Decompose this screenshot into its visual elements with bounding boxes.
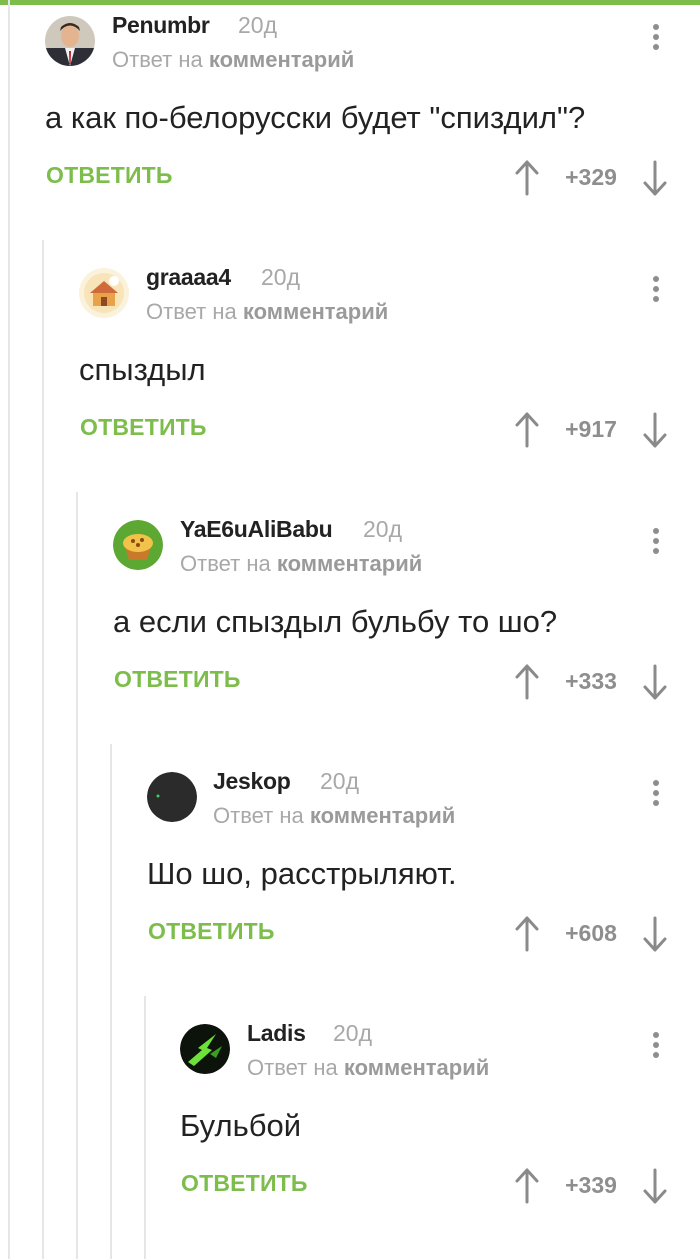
comment: graaaa4 20д Ответ на комментарий спыздыл… <box>0 252 700 504</box>
downvote-arrow-icon[interactable] <box>641 664 669 700</box>
reply-to-prefix: Ответ на <box>146 299 237 324</box>
comment-author[interactable]: Ladis <box>247 1020 306 1047</box>
reply-to-link[interactable]: комментарий <box>277 551 422 576</box>
more-menu-icon[interactable] <box>650 24 662 58</box>
muffin-avatar[interactable] <box>113 520 163 570</box>
upvote-arrow-icon[interactable] <box>513 916 541 952</box>
reply-to-prefix: Ответ на <box>247 1055 338 1080</box>
upvote-arrow-icon[interactable] <box>513 1168 541 1204</box>
reply-to-link[interactable]: комментарий <box>243 299 388 324</box>
reply-button[interactable]: ОТВЕТИТЬ <box>114 666 241 693</box>
upvote-arrow-icon[interactable] <box>513 664 541 700</box>
upvote-arrow-icon[interactable] <box>513 412 541 448</box>
rating: +917 <box>565 416 617 442</box>
reply-to: Ответ на комментарий <box>180 551 422 577</box>
comment-text: спыздыл <box>79 352 206 387</box>
more-menu-icon[interactable] <box>650 528 662 562</box>
reply-button[interactable]: ОТВЕТИТЬ <box>148 918 275 945</box>
man-in-suit-avatar[interactable] <box>45 16 95 66</box>
comment-author[interactable]: YaE6uAliBabu <box>180 516 333 543</box>
comment-text: Шо шо, расстрыляют. <box>147 856 457 891</box>
comment: Jeskop 20д Ответ на комментарий Шо шо, р… <box>0 756 700 1008</box>
reply-to-link[interactable]: комментарий <box>310 803 455 828</box>
reply-to-prefix: Ответ на <box>112 47 203 72</box>
downvote-arrow-icon[interactable] <box>641 916 669 952</box>
downvote-arrow-icon[interactable] <box>641 160 669 196</box>
more-menu-icon[interactable] <box>650 780 662 814</box>
comment: YaE6uAliBabu 20д Ответ на комментарий а … <box>0 504 700 756</box>
reply-to-prefix: Ответ на <box>213 803 304 828</box>
comment: Penumbr 20д Ответ на комментарий а как п… <box>0 0 700 252</box>
more-menu-icon[interactable] <box>650 276 662 310</box>
more-menu-icon[interactable] <box>650 1032 662 1066</box>
comment-time: 20д <box>238 12 278 38</box>
upvote-arrow-icon[interactable] <box>513 160 541 196</box>
rating: +333 <box>565 668 617 694</box>
comment-time: 20д <box>363 516 403 542</box>
comment: Ladis 20д Ответ на комментарий Бульбой О… <box>0 1008 700 1260</box>
house-avatar[interactable] <box>79 268 129 318</box>
downvote-arrow-icon[interactable] <box>641 1168 669 1204</box>
reply-to: Ответ на комментарий <box>112 47 354 73</box>
reply-to-link[interactable]: комментарий <box>209 47 354 72</box>
reply-to: Ответ на комментарий <box>247 1055 489 1081</box>
comment-time: 20д <box>333 1020 373 1046</box>
comment-author[interactable]: Jeskop <box>213 768 291 795</box>
green-lightning-avatar[interactable] <box>180 1024 230 1074</box>
comment-time: 20д <box>261 264 301 290</box>
rating: +608 <box>565 920 617 946</box>
downvote-arrow-icon[interactable] <box>641 412 669 448</box>
comment-text: Бульбой <box>180 1108 302 1143</box>
reply-to: Ответ на комментарий <box>213 803 455 829</box>
dark-circle-avatar[interactable] <box>147 772 197 822</box>
reply-to-prefix: Ответ на <box>180 551 271 576</box>
comment-author[interactable]: graaaa4 <box>146 264 231 291</box>
reply-button[interactable]: ОТВЕТИТЬ <box>181 1170 308 1197</box>
rating: +329 <box>565 164 617 190</box>
comment-time: 20д <box>320 768 360 794</box>
rating: +339 <box>565 1172 617 1198</box>
reply-to: Ответ на комментарий <box>146 299 388 325</box>
comment-author[interactable]: Penumbr <box>112 12 210 39</box>
reply-button[interactable]: ОТВЕТИТЬ <box>46 162 173 189</box>
reply-button[interactable]: ОТВЕТИТЬ <box>80 414 207 441</box>
comment-text: а если спыздыл бульбу то шо? <box>113 604 558 639</box>
reply-to-link[interactable]: комментарий <box>344 1055 489 1080</box>
comment-text: а как по-белорусски будет "спиздил"? <box>45 100 586 135</box>
